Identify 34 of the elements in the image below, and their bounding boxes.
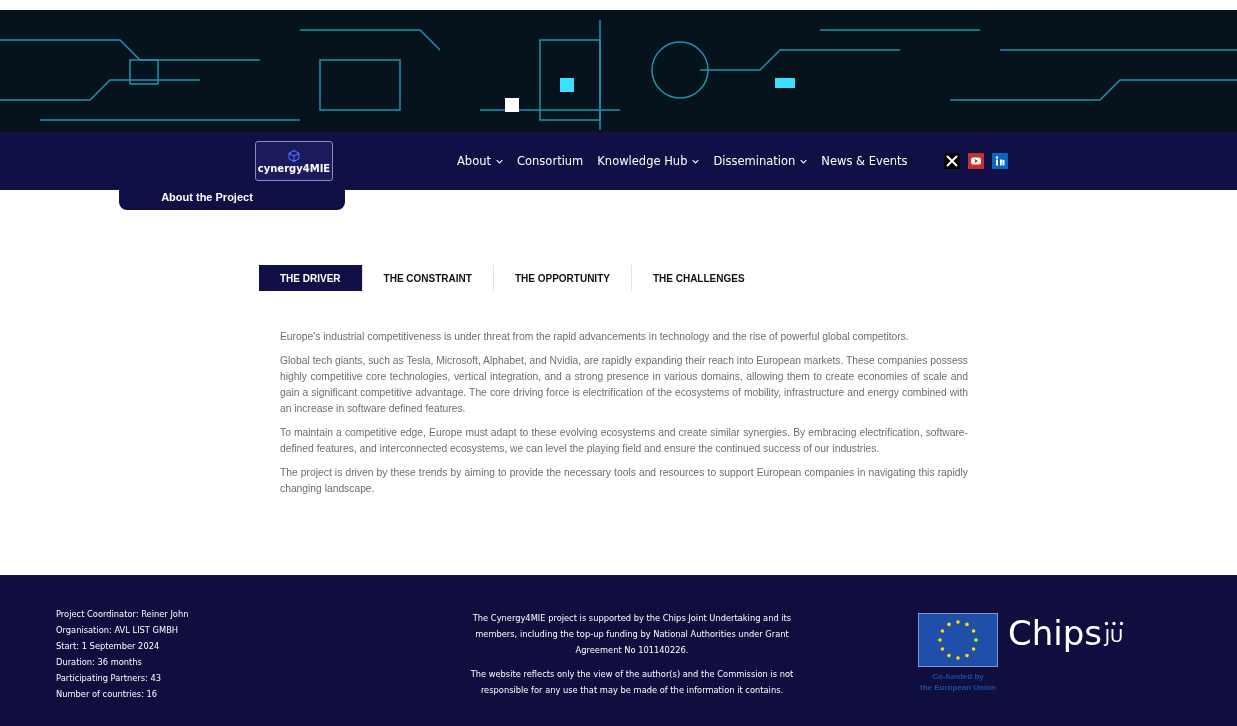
eu-caption: Co-funded by (931, 671, 985, 682)
x-logo-icon[interactable] (943, 153, 960, 169)
chips-logo-text: Chips (1008, 613, 1103, 653)
nav-link[interactable]: About (457, 154, 503, 168)
nav-link[interactable]: News & Events (821, 154, 908, 168)
project-fact: Project Coordinator: Reiner John (56, 608, 190, 621)
ju-logo-text: JU (1104, 626, 1124, 646)
project-fact: Number of countries: 16 (56, 688, 159, 701)
paragraph: To maintain a competitive edge, Europe must adapt to these evolving ecosystems and create similar synergies. By embracing electrification, software-defined features, and interconnected ecosystems, we can level the playing field and ensure the continued success of our industries. (280, 426, 968, 456)
project-fact: Start: 1 September 2024 (56, 640, 161, 653)
funding-notice: The Cynergy4MIE project is supported by the Chips Joint Undertaking and its members, including the top-up funding by National Authorities under Grant Agreement No 101140226. (471, 612, 793, 657)
eu-caption: the European Union (919, 682, 997, 693)
paragraph: Europe's industrial competitiveness is under threat from the rapid advancements in technology and the rise of powerful global competitors. (280, 330, 910, 344)
project-fact: Organisation: AVL LIST GMBH (56, 624, 180, 637)
eu-flag-icon (918, 613, 998, 667)
nav-link[interactable]: Knowledge Hub (597, 154, 700, 168)
project-fact: Participating Partners: 43 (56, 672, 163, 685)
chevron-down-icon (800, 158, 808, 164)
nav-link[interactable]: Consortium (517, 154, 584, 168)
stars-icon (1104, 621, 1125, 626)
project-fact: Duration: 36 months (56, 656, 143, 669)
logo-text: cynergy4MIE (257, 162, 331, 174)
nav-link[interactable]: Dissemination (713, 154, 808, 168)
page-tab[interactable]: About the Project (119, 190, 345, 210)
chevron-down-icon (692, 158, 700, 164)
chevron-down-icon (496, 158, 503, 164)
in-logo-icon[interactable] (991, 153, 1008, 169)
paragraph: Global tech giants, such as Tesla, Microsoft, Alphabet, and Nvidia, are rapidly expanding their reach into European markets. These companies possess highly competitive core technologies, vertical integration, and a strong presence in various domains, allowing them to create economies of scale and gain a significant competitive advantage. The core driving force is electrification of the ecosystems of mobility, infrastructure and energy combined with an increase in software defined features. (280, 354, 968, 416)
paragraph: The project is driven by these trends by aiming to provide the necessary tools and resources to support European companies in navigating this rapidly changing landscape. (280, 466, 968, 496)
cube-icon (287, 148, 301, 163)
funding-notice: The website reflects only the view of the author(s) and the Commission is not responsible for any use that may be made of the information it contains. (469, 668, 795, 697)
play-icon[interactable] (967, 153, 984, 169)
logo[interactable]: cynergy4MIE (255, 141, 333, 181)
tab[interactable]: THE DRIVER (259, 265, 363, 291)
